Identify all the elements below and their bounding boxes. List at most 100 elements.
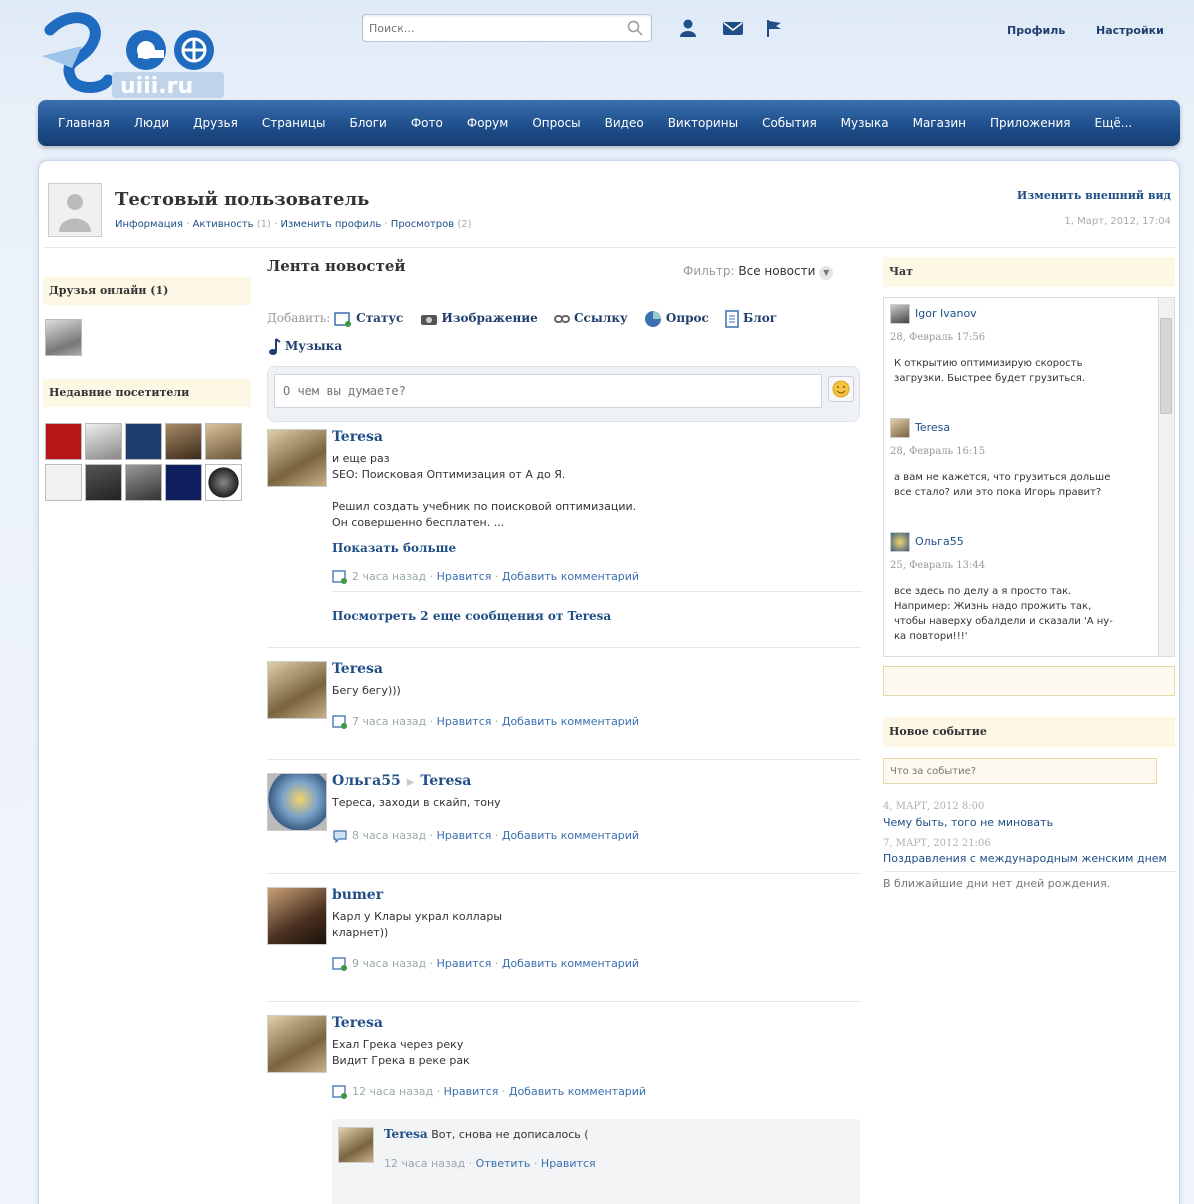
nav-video[interactable]: Видео [605,116,644,130]
see-more-posts-link[interactable]: Посмотреть 2 еще сообщения от Teresa [332,609,611,623]
like-link[interactable]: Нравится [444,1085,499,1098]
add-comment-link[interactable]: Добавить комментарий [502,829,639,842]
post-author[interactable]: Teresa [332,429,383,445]
visitor-avatar[interactable] [165,423,202,460]
event-title-link[interactable]: Поздравления с международным женским дне… [883,852,1167,865]
visitor-avatar[interactable] [45,423,82,460]
visitor-avatar[interactable] [125,464,162,501]
post-avatar[interactable] [267,887,327,945]
post-author[interactable]: bumer [332,887,383,903]
chevron-down-icon[interactable]: ▼ [819,266,834,280]
chat-text: а вам не кажется, что грузиться дольше в… [894,472,1111,498]
friend-avatar[interactable] [45,319,82,356]
nav-apps[interactable]: Приложения [990,116,1071,130]
event-input[interactable] [883,758,1157,784]
nav-polls[interactable]: Опросы [532,116,580,130]
feed-filter[interactable]: Фильтр: Все новости ▼ [683,264,834,280]
chat-avatar[interactable] [890,418,910,438]
chat-input[interactable] [883,666,1175,696]
add-music-button[interactable]: Музыка [267,337,342,355]
mail-icon[interactable] [722,18,744,38]
post-avatar[interactable] [267,773,327,831]
smiley-button[interactable] [828,376,854,402]
chat-date: 28, Февраль 17:56 [890,332,986,343]
add-poll-button[interactable]: Опрос [644,310,713,327]
main-nav: Главная Люди Друзья Страницы Блоги Фото … [38,100,1180,146]
visitor-avatar[interactable] [85,464,122,501]
nav-shop[interactable]: Магазин [913,116,966,130]
post-avatar[interactable] [267,429,327,487]
like-link[interactable]: Нравится [437,957,492,970]
visitor-avatar[interactable] [205,423,242,460]
like-link[interactable]: Нравится [437,829,492,842]
chat-text: все здесь по делу а я просто так. Наприм… [894,586,1113,642]
chat-date: 28, Февраль 16:15 [890,446,986,457]
filter-value[interactable]: Все новости [738,264,815,278]
visitor-avatar[interactable] [85,423,122,460]
like-link[interactable]: Нравится [437,570,492,583]
post-avatar[interactable] [267,1015,327,1073]
visitor-avatar[interactable] [125,423,162,460]
comment-avatar[interactable] [338,1127,374,1163]
reply-link[interactable]: Ответить [476,1157,531,1170]
nav-pages[interactable]: Страницы [262,116,326,130]
profile-info-link[interactable]: Информация [115,219,183,230]
like-link[interactable]: Нравится [437,715,492,728]
event-date: 7, МАРТ, 2012 21:06 [883,838,991,849]
nav-people[interactable]: Люди [134,116,169,130]
comment-author[interactable]: Teresa [384,1127,428,1141]
post-author[interactable]: Ольга55 [332,773,401,789]
smiley-icon [832,380,850,398]
like-link[interactable]: Нравится [541,1157,596,1170]
add-comment-link[interactable]: Добавить комментарий [502,570,639,583]
search-icon[interactable] [627,20,643,36]
chat-author[interactable]: Ольга55 [915,535,964,548]
nav-friends[interactable]: Друзья [193,116,238,130]
add-blog-button[interactable]: Блог [725,309,777,328]
chat-scroll-thumb[interactable] [1160,318,1172,414]
user-icon[interactable] [678,18,698,38]
change-look-link[interactable]: Изменить внешний вид [1017,189,1171,202]
profile-activity-link[interactable]: Активность [193,219,254,230]
add-comment-link[interactable]: Добавить комментарий [502,715,639,728]
add-status-button[interactable]: Статус [334,311,407,327]
add-image-button[interactable]: Изображение [420,311,542,325]
visitor-avatar[interactable] [165,464,202,501]
add-link-button[interactable]: Ссылку [553,311,632,325]
chat-avatar[interactable] [890,532,910,552]
nav-events[interactable]: События [762,116,817,130]
post-target[interactable]: Teresa [420,773,471,789]
add-comment-link[interactable]: Добавить комментарий [502,957,639,970]
add-comment-link[interactable]: Добавить комментарий [509,1085,646,1098]
profile-link[interactable]: Профиль [1007,24,1065,37]
status-input[interactable] [274,374,822,408]
nav-more[interactable]: Ещё... [1095,116,1133,130]
profile-avatar[interactable] [48,183,102,237]
flag-icon[interactable] [764,18,784,38]
post-author[interactable]: Teresa [332,1015,383,1031]
event-title-link[interactable]: Чему быть, того не миновать [883,816,1053,829]
edit-profile-link[interactable]: Изменить профиль [280,219,381,230]
post-body: Бегу бегу))) [332,684,401,697]
divider [267,1001,861,1002]
nav-quizzes[interactable]: Викторины [668,116,738,130]
post-avatar[interactable] [267,661,327,719]
chat-author[interactable]: Igor Ivanov [915,307,977,320]
visitor-avatar[interactable] [205,464,242,501]
nav-blogs[interactable]: Блоги [349,116,386,130]
settings-link[interactable]: Настройки [1096,24,1164,37]
chat-author[interactable]: Teresa [915,421,950,434]
visitor-avatar[interactable] [45,464,82,501]
search-box[interactable] [362,14,652,42]
nav-forum[interactable]: Форум [467,116,508,130]
nav-home[interactable]: Главная [58,116,110,130]
nav-photo[interactable]: Фото [411,116,443,130]
profile-views-link[interactable]: Просмотров [391,219,454,230]
show-more-link[interactable]: Показать больше [332,541,456,555]
post-author[interactable]: Teresa [332,661,383,677]
search-input[interactable] [363,15,613,41]
chat-avatar[interactable] [890,304,910,324]
arrow-right-icon: ▶ [406,777,415,788]
site-logo[interactable]: uiii.ru [42,10,242,99]
nav-music[interactable]: Музыка [841,116,889,130]
